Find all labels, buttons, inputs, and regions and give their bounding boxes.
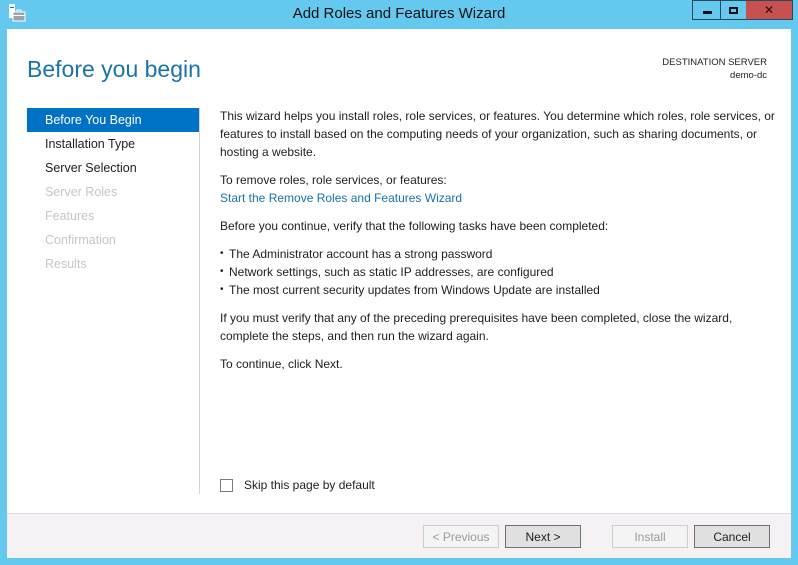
nav-item-results: Results: [45, 257, 87, 271]
close-button[interactable]: ✕: [746, 0, 793, 20]
window-title: Add Roles and Features Wizard: [292, 5, 506, 22]
skip-page-checkbox[interactable]: [220, 478, 233, 492]
task-item: The Administrator account has a strong p…: [220, 245, 780, 263]
skip-page-option[interactable]: Skip this page by default: [220, 478, 375, 492]
install-button[interactable]: Install: [612, 525, 688, 548]
prereq-note: If you must verify that any of the prece…: [220, 311, 733, 343]
wizard-client-area: Before you begin DESTINATION SERVER demo…: [7, 29, 791, 558]
nav-item-server-roles: Server Roles: [45, 185, 118, 199]
remove-wizard-link[interactable]: Start the Remove Roles and Features Wiza…: [220, 191, 462, 205]
remove-label: To remove roles, role services, or featu…: [220, 173, 447, 187]
remove-section: To remove roles, role services, or featu…: [220, 171, 780, 207]
maximize-icon: [729, 6, 738, 14]
nav-item-features: Features: [45, 209, 95, 223]
task-item: The most current security updates from W…: [220, 281, 780, 299]
task-list: The Administrator account has a strong p…: [220, 245, 780, 299]
minimize-icon: [702, 10, 712, 14]
close-icon: ✕: [763, 3, 775, 17]
cancel-button[interactable]: Cancel: [694, 525, 770, 548]
page-title: Before you begin: [27, 56, 201, 82]
nav-item-installation-type[interactable]: Installation Type: [27, 132, 199, 156]
minimize-button[interactable]: [692, 0, 721, 20]
previous-button[interactable]: < Previous: [423, 525, 499, 548]
destination-server-name: demo-dc: [730, 70, 767, 81]
nav-divider: [199, 108, 200, 494]
intro-text: This wizard helps you install roles, rol…: [220, 109, 775, 159]
wizard-steps-nav: Before You Begin Installation Type Serve…: [27, 108, 199, 276]
verify-label: Before you continue, verify that the fol…: [220, 219, 609, 233]
destination-server-label: DESTINATION SERVER: [662, 57, 767, 68]
nav-item-before-you-begin[interactable]: Before You Begin: [27, 108, 199, 132]
task-item: Network settings, such as static IP addr…: [220, 263, 780, 281]
title-bar[interactable]: Add Roles and Features Wizard ✕: [0, 0, 798, 28]
wizard-footer: < Previous Next > Install Cancel: [7, 513, 791, 558]
continue-note: To continue, click Next.: [220, 357, 343, 371]
wizard-content: This wizard helps you install roles, rol…: [220, 107, 780, 383]
destination-server: DESTINATION SERVER demo-dc: [662, 56, 767, 82]
nav-item-confirmation: Confirmation: [45, 233, 116, 247]
next-button[interactable]: Next >: [505, 525, 581, 548]
nav-item-server-selection[interactable]: Server Selection: [27, 156, 199, 180]
skip-page-label[interactable]: Skip this page by default: [244, 478, 375, 492]
maximize-button[interactable]: [720, 0, 747, 20]
